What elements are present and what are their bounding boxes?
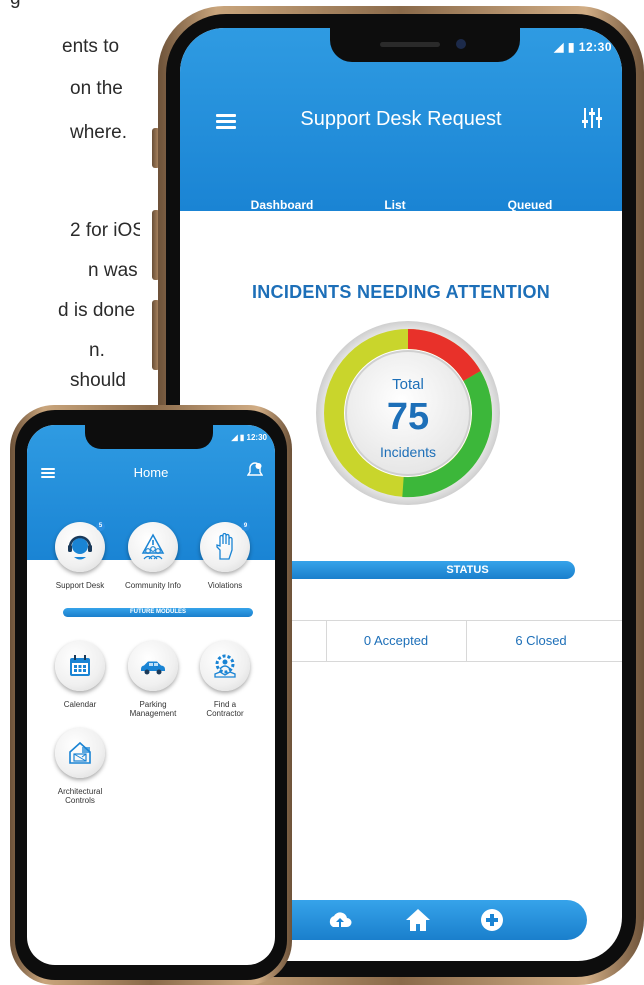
tab-list[interactable]: List (355, 198, 435, 212)
headset-icon (68, 535, 92, 560)
camera-icon (456, 39, 466, 49)
background-article-text: g ents to on the where. 2 for iOS. n was… (0, 0, 140, 400)
module-parking-management[interactable]: Parking Management (113, 641, 193, 718)
module-label: Find a Contractor (206, 700, 244, 718)
status-time: 12:30 (246, 433, 267, 442)
status-bar: ◢ ▮ 12:30 (232, 433, 267, 442)
module-label: Parking Management (129, 700, 177, 718)
module-label: Architectural Controls (57, 787, 103, 805)
module-calendar[interactable]: Calendar (40, 641, 120, 709)
page-title: Support Desk Request (300, 108, 502, 130)
bg-line: on the (70, 78, 123, 99)
section-title: INCIDENTS NEEDING ATTENTION (251, 282, 551, 302)
bg-line: ents to (62, 36, 120, 57)
cloud-upload-icon[interactable] (326, 906, 354, 934)
small-phone-frame: ◢ ▮ 12:30 Home 5 Support Desk Community … (10, 405, 292, 985)
module-label: Support Desk (55, 581, 105, 590)
blueprint-house-icon (69, 741, 91, 764)
bg-line: n. (89, 340, 105, 361)
donut-center-label: Total 75 Incidents (313, 318, 503, 508)
module-circle (128, 641, 178, 691)
calendar-icon (70, 655, 90, 676)
bg-line: g (10, 0, 21, 10)
plus-circle-icon[interactable] (478, 906, 506, 934)
module-support-desk[interactable]: 5 Support Desk (40, 522, 120, 590)
future-modules-bar: FUTURE MODULES (63, 608, 253, 617)
module-violations[interactable]: 9 Violations (185, 522, 265, 590)
bg-line: where. (70, 122, 128, 143)
bg-line: should (70, 370, 126, 391)
module-circle (200, 641, 250, 691)
signal-icon: ◢ ▮ (554, 40, 575, 54)
bg-line: n was (88, 260, 138, 281)
status-time: 12:30 (578, 40, 612, 54)
filter-sliders-icon[interactable] (580, 106, 604, 130)
module-circle (128, 522, 178, 572)
closed-count[interactable]: 6 Closed (466, 621, 616, 661)
status-bar: ◢ ▮ 12:30 (554, 40, 612, 54)
module-circle (55, 641, 105, 691)
car-icon (141, 661, 165, 675)
bg-line: d is done (58, 300, 136, 321)
bell-icon[interactable] (247, 461, 263, 479)
signal-icon: ◢ ▮ (231, 433, 245, 442)
home-icon[interactable] (404, 906, 432, 934)
phone-notch (85, 425, 213, 449)
tab-queued[interactable]: Queued (480, 198, 580, 212)
donut-total-label: Total (392, 376, 424, 393)
phone-notch (330, 28, 520, 62)
contractor-gear-icon (214, 654, 236, 678)
notification-badge: 5 (96, 522, 105, 531)
active-tab-indicator (220, 224, 344, 227)
module-label: Violations (207, 581, 243, 590)
module-circle: 5 (55, 522, 105, 572)
donut-unit-label: Incidents (379, 444, 437, 460)
module-label: Community Info (124, 581, 182, 590)
module-circle (55, 728, 105, 778)
app-header: ◢ ▮ 12:30 Support Desk Request Dashboard… (180, 28, 622, 227)
hand-stop-icon (216, 533, 233, 560)
module-community-info[interactable]: Community Info (113, 522, 193, 590)
module-label: Calendar (63, 700, 97, 709)
module-circle: 9 (200, 522, 250, 572)
incidents-donut-chart[interactable]: Total 75 Incidents (313, 318, 503, 508)
community-icon (141, 533, 165, 560)
status-label: STATUS (446, 564, 489, 576)
accepted-count[interactable]: 0 Accepted (326, 621, 466, 661)
tab-dashboard[interactable]: Dashboard (220, 198, 344, 212)
bg-line: 2 for iOS. (70, 220, 140, 241)
module-architectural-controls[interactable]: Architectural Controls (40, 728, 120, 805)
speaker-grille (380, 42, 440, 47)
small-phone-screen: ◢ ▮ 12:30 Home 5 Support Desk Community … (27, 425, 275, 965)
donut-total-value: 75 (386, 396, 430, 438)
notification-badge: 9 (241, 522, 250, 531)
module-find-contractor[interactable]: Find a Contractor (185, 641, 265, 718)
page-title: Home (133, 465, 169, 480)
